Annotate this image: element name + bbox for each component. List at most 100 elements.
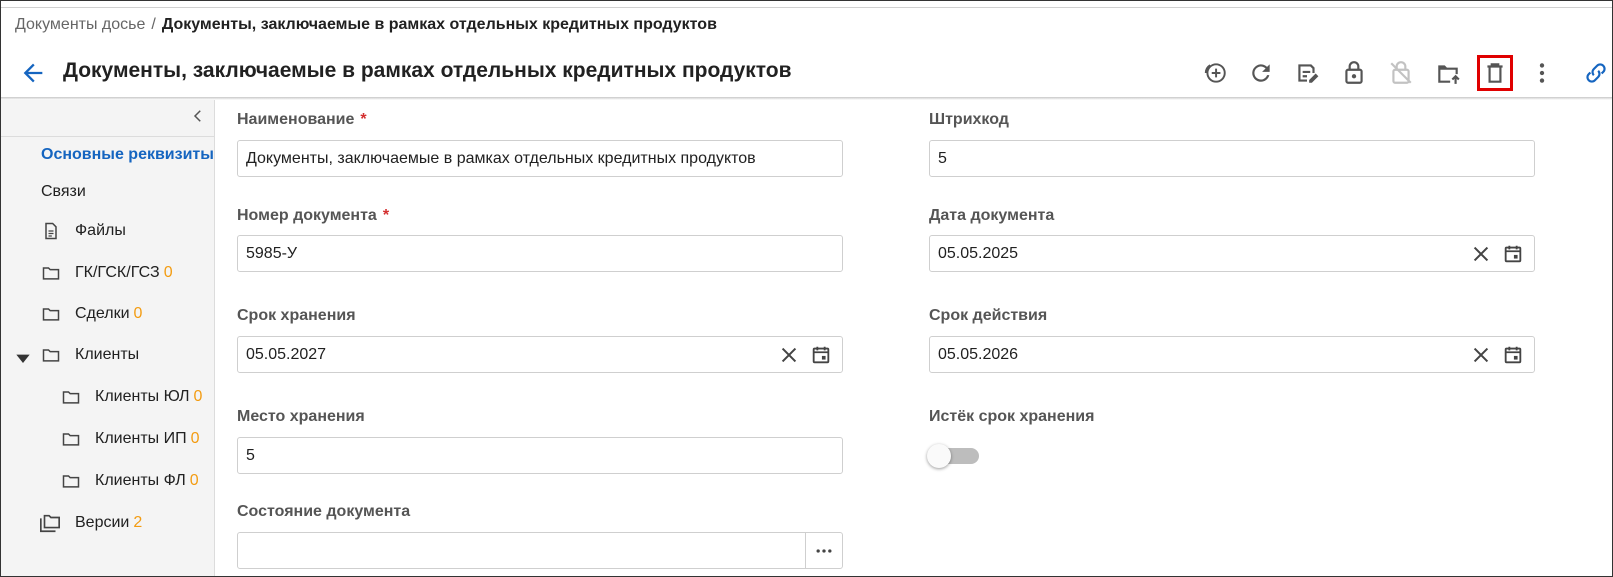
- sidebar-item-label: Файлы: [75, 222, 126, 239]
- folder-icon: [42, 267, 60, 280]
- validity-period-field-value: 05.05.2026: [938, 345, 1019, 363]
- toggle-knob: [927, 444, 951, 468]
- sidebar-item-clients-ip[interactable]: Клиенты ИП 0: [1, 422, 215, 456]
- required-mark: *: [360, 111, 367, 128]
- sidebar-item-label: Клиенты: [75, 346, 140, 363]
- calendar-icon: [812, 346, 830, 363]
- doc-state-select-button[interactable]: [805, 533, 842, 568]
- folder-icon: [62, 433, 80, 446]
- lock-open-icon: [1345, 61, 1363, 84]
- sidebar-item-clients[interactable]: Клиенты: [1, 338, 215, 372]
- header-shadow: [1, 97, 1612, 100]
- close-icon: [1473, 246, 1489, 261]
- toolbar: [1, 49, 1612, 99]
- sidebar-divider: [1, 136, 215, 137]
- sidebar-item-files[interactable]: Файлы: [1, 214, 215, 248]
- page-header: Документы, заключаемые в рамках отдельны…: [1, 49, 1612, 99]
- sidebar-item-label: ГК/ГСК/ГСЗ: [75, 264, 160, 281]
- breadcrumb-current: Документы, заключаемые в рамках отдельны…: [161, 16, 717, 33]
- name-label-text: Наименование: [237, 111, 355, 128]
- close-icon: [781, 347, 797, 362]
- chevron-left-icon: [193, 110, 201, 122]
- sidebar: Основные реквизиты Связи Файлы ГК/ГСК/ГС…: [1, 100, 215, 576]
- folder-icon: [42, 308, 60, 321]
- sidebar-item-label: Связи: [41, 183, 86, 200]
- save-edit-button[interactable]: [1289, 55, 1325, 91]
- doc-date-field[interactable]: 05.05.2025: [929, 235, 1535, 272]
- file-icon: [45, 222, 57, 240]
- doc-state-field[interactable]: [237, 532, 843, 569]
- breadcrumb-separator: /: [151, 16, 156, 33]
- calendar-button[interactable]: [1500, 342, 1526, 368]
- doc-number-field-value: 5985-У: [246, 244, 298, 262]
- sidebar-item-clients-fl[interactable]: Клиенты ФЛ 0: [1, 464, 215, 498]
- lock-button-disabled[interactable]: [1383, 55, 1419, 91]
- link-button[interactable]: [1581, 55, 1611, 91]
- add-circle-icon: [1204, 63, 1226, 83]
- doc-date-label: Дата документа: [929, 207, 1055, 224]
- sidebar-item-label: Сделки: [75, 305, 130, 322]
- validity-period-field[interactable]: 05.05.2026: [929, 336, 1535, 373]
- folder-upload-icon: [1438, 65, 1460, 84]
- sidebar-item-label: Версии: [75, 514, 130, 531]
- delete-icon: [1487, 63, 1503, 83]
- sidebar-item-label: Основные реквизиты: [41, 146, 214, 163]
- more-button[interactable]: [1524, 55, 1560, 91]
- more-vertical-icon: [1539, 63, 1545, 83]
- sidebar-item-count: 0: [133, 305, 143, 322]
- refresh-icon: [1252, 64, 1270, 82]
- breadcrumb-parent-link[interactable]: Документы досье: [15, 16, 145, 33]
- refresh-button[interactable]: [1243, 55, 1279, 91]
- barcode-label: Штрихкод: [929, 111, 1009, 128]
- sidebar-item-main-details[interactable]: Основные реквизиты: [1, 138, 215, 172]
- sidebar-item-gk[interactable]: ГК/ГСК/ГСЗ 0: [1, 256, 215, 290]
- versions-icon: [40, 514, 60, 533]
- delete-button[interactable]: [1477, 55, 1513, 91]
- sidebar-item-count: 0: [193, 388, 203, 405]
- sidebar-item-count: 0: [189, 472, 199, 489]
- calendar-icon: [1504, 346, 1522, 363]
- name-field-value: Документы, заключаемые в рамках отдельны…: [246, 149, 756, 167]
- lock-disabled-icon: [1390, 61, 1412, 84]
- doc-number-label: Номер документа *: [237, 207, 389, 225]
- name-field[interactable]: Документы, заключаемые в рамках отдельны…: [237, 140, 843, 177]
- sidebar-item-count: 0: [163, 264, 173, 281]
- sidebar-item-clients-ul[interactable]: Клиенты ЮЛ 0: [1, 380, 215, 414]
- sidebar-item-versions[interactable]: Версии 2: [1, 506, 215, 540]
- doc-number-label-text: Номер документа: [237, 207, 377, 224]
- barcode-field[interactable]: 5: [929, 140, 1535, 177]
- doc-number-field[interactable]: 5985-У: [237, 235, 843, 272]
- clear-date-button[interactable]: [1468, 241, 1494, 267]
- validity-period-label: Срок действия: [929, 307, 1048, 324]
- link-icon: [1586, 63, 1606, 83]
- add-button[interactable]: [1197, 55, 1233, 91]
- required-mark: *: [382, 207, 390, 224]
- more-horizontal-icon: [816, 548, 832, 553]
- sidebar-item-count: 2: [133, 514, 143, 531]
- sidebar-item-links[interactable]: Связи: [1, 175, 215, 209]
- clear-date-button[interactable]: [1468, 342, 1494, 368]
- storage-place-label: Место хранения: [237, 408, 365, 425]
- folder-icon: [62, 475, 80, 488]
- doc-date-field-value: 05.05.2025: [938, 244, 1019, 262]
- calendar-button[interactable]: [1500, 241, 1526, 267]
- calendar-button[interactable]: [808, 342, 834, 368]
- move-folder-button[interactable]: [1430, 55, 1466, 91]
- sidebar-item-deals[interactable]: Сделки 0: [1, 297, 215, 331]
- save-edit-icon: [1298, 64, 1319, 83]
- clear-date-button[interactable]: [776, 342, 802, 368]
- sidebar-item-label: Клиенты ЮЛ: [95, 388, 190, 405]
- caret-down-icon[interactable]: [13, 348, 33, 368]
- unlock-button[interactable]: [1336, 55, 1372, 91]
- storage-place-field[interactable]: 5: [237, 437, 843, 474]
- calendar-icon: [1504, 245, 1522, 262]
- storage-place-field-value: 5: [246, 446, 255, 464]
- folder-icon: [62, 391, 80, 404]
- storage-period-field-value: 05.05.2027: [246, 345, 327, 363]
- barcode-field-value: 5: [938, 149, 947, 167]
- collapse-sidebar-button[interactable]: [189, 106, 207, 126]
- storage-expired-toggle[interactable]: [927, 444, 983, 468]
- folder-icon: [42, 349, 60, 362]
- app-window: Документы досье / Документы, заключаемые в…: [0, 0, 1613, 577]
- storage-period-field[interactable]: 05.05.2027: [237, 336, 843, 373]
